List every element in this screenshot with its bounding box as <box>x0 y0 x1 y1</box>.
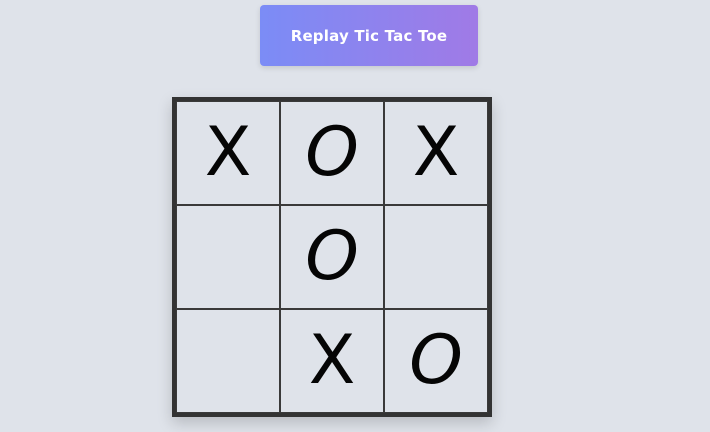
board-cell-1[interactable]: X <box>176 101 280 205</box>
board-cell-4[interactable] <box>176 205 280 309</box>
cell-mark: O <box>305 217 359 296</box>
board-cell-3[interactable]: X <box>384 101 488 205</box>
cell-mark: O <box>305 113 359 192</box>
board-cell-2[interactable]: O <box>280 101 384 205</box>
tic-tac-toe-board: X O X O X O <box>172 97 492 417</box>
board-cell-8[interactable]: X <box>280 309 384 413</box>
board-cell-5[interactable]: O <box>280 205 384 309</box>
board-cell-6[interactable] <box>384 205 488 309</box>
game-page: Replay Tic Tac Toe X O X O X O <box>0 0 710 432</box>
cell-mark: O <box>409 321 463 400</box>
cell-mark: X <box>204 113 252 192</box>
board-cell-7[interactable] <box>176 309 280 413</box>
board-cell-9[interactable]: O <box>384 309 488 413</box>
cell-mark: X <box>412 113 460 192</box>
replay-button[interactable]: Replay Tic Tac Toe <box>260 5 478 66</box>
cell-mark: X <box>308 321 356 400</box>
